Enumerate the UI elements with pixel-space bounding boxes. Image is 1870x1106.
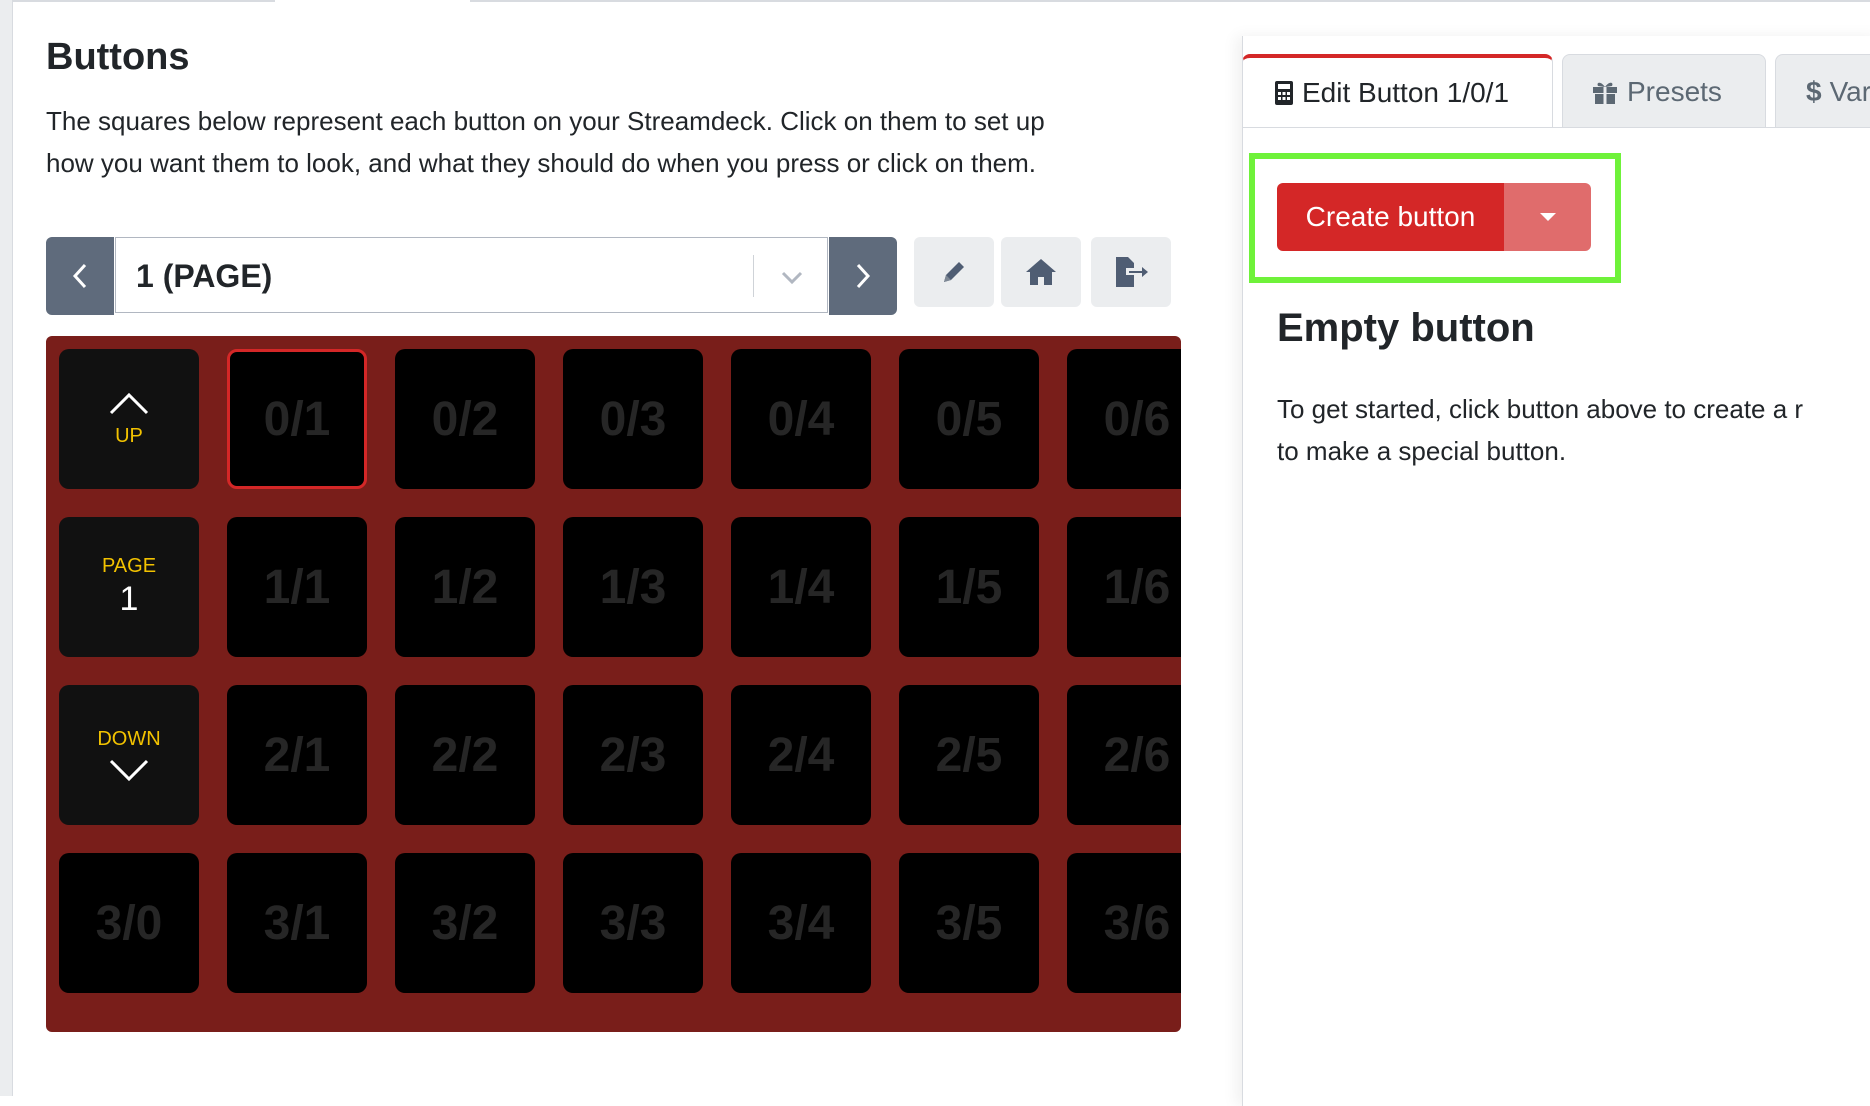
dollar-icon: $ — [1806, 75, 1822, 107]
page-select[interactable]: 1 (PAGE) — [115, 237, 828, 313]
page-description: The squares below represent each button … — [46, 100, 1186, 184]
grid-button[interactable]: 0/5 — [899, 349, 1039, 489]
grid-button[interactable]: 3/1 — [227, 853, 367, 993]
grid-button[interactable]: 2/4 — [731, 685, 871, 825]
grid-button[interactable]: 3/2 — [395, 853, 535, 993]
calculator-icon — [1274, 80, 1294, 106]
grid-button[interactable]: 3/5 — [899, 853, 1039, 993]
grid-button[interactable]: 2/1 — [227, 685, 367, 825]
empty-button-text: To get started, click button above to cr… — [1277, 388, 1870, 472]
tab-presets-label: Presets — [1627, 75, 1722, 107]
create-button-dropdown-toggle[interactable] — [1504, 183, 1591, 251]
next-page-button[interactable] — [829, 237, 897, 315]
grid-button[interactable]: 2/3 — [563, 685, 703, 825]
tab-presets[interactable]: Presets — [1562, 54, 1766, 128]
grid-button[interactable]: 0/3 — [563, 349, 703, 489]
tab-edit-button[interactable]: Edit Button 1/0/1 — [1242, 54, 1553, 128]
chevron-down-icon — [109, 759, 149, 781]
tab-variables[interactable]: $ Var — [1775, 54, 1870, 128]
description-line-2: how you want them to look, and what they… — [46, 148, 1036, 178]
empty-text-line-1: To get started, click button above to cr… — [1277, 394, 1804, 424]
grid-button[interactable]: 2/6 — [1067, 685, 1181, 825]
grid-button[interactable]: 0/2 — [395, 349, 535, 489]
left-sidebar-edge — [0, 0, 13, 1096]
file-export-icon — [1116, 257, 1148, 287]
previous-page-button[interactable] — [46, 237, 114, 315]
grid-button[interactable]: 3/3 — [563, 853, 703, 993]
description-line-1: The squares below represent each button … — [46, 106, 1045, 136]
active-top-tab-gap — [275, 0, 470, 2]
empty-text-line-2: to make a special button. — [1277, 436, 1567, 466]
edit-page-button[interactable] — [914, 237, 994, 307]
page-down-label: DOWN — [97, 727, 161, 750]
chevron-up-icon — [109, 392, 149, 414]
grid-button[interactable]: 2/5 — [899, 685, 1039, 825]
empty-button-title: Empty button — [1277, 306, 1535, 350]
grid-button[interactable]: 1/5 — [899, 517, 1039, 657]
caret-down-icon — [1539, 213, 1556, 221]
tab-edit-button-label: Edit Button 1/0/1 — [1302, 77, 1510, 108]
gift-icon — [1591, 79, 1619, 105]
grid-button[interactable]: 1/4 — [731, 517, 871, 657]
grid-button[interactable]: 1/1 — [227, 517, 367, 657]
page-number-button[interactable]: PAGE 1 — [59, 517, 199, 657]
create-button[interactable]: Create button — [1277, 183, 1504, 251]
grid-button[interactable]: 0/1 — [227, 349, 367, 489]
grid-button[interactable]: 1/6 — [1067, 517, 1181, 657]
chevron-down-icon[interactable] — [777, 262, 807, 292]
chevron-right-icon — [856, 263, 871, 289]
page-title: Buttons — [46, 36, 190, 78]
grid-button[interactable]: 0/6 — [1067, 349, 1181, 489]
page-up-button[interactable]: UP — [59, 349, 199, 489]
tabs-divider — [1242, 127, 1870, 128]
home-icon — [1026, 259, 1056, 285]
page-select-separator — [753, 255, 754, 297]
page-up-label: UP — [115, 424, 143, 447]
grid-button[interactable]: 0/4 — [731, 349, 871, 489]
page-down-button[interactable]: DOWN — [59, 685, 199, 825]
pencil-icon — [944, 262, 964, 282]
page-select-value: 1 (PAGE) — [136, 258, 273, 294]
page-number: 1 — [119, 580, 139, 618]
export-page-button[interactable] — [1091, 237, 1171, 307]
chevron-left-icon — [72, 263, 87, 289]
tab-variables-label: Var — [1829, 75, 1870, 107]
grid-button[interactable]: 3/0 — [59, 853, 199, 993]
home-page-button[interactable] — [1001, 237, 1081, 307]
grid-button[interactable]: 1/2 — [395, 517, 535, 657]
button-grid: UP PAGE 1 DOWN 0/1 0/2 0/3 0/4 0/5 0/6 1… — [46, 336, 1181, 1032]
grid-button[interactable]: 3/6 — [1067, 853, 1181, 993]
grid-button[interactable]: 3/4 — [731, 853, 871, 993]
grid-button[interactable]: 1/3 — [563, 517, 703, 657]
grid-button[interactable]: 2/2 — [395, 685, 535, 825]
page-label: PAGE — [101, 555, 157, 577]
